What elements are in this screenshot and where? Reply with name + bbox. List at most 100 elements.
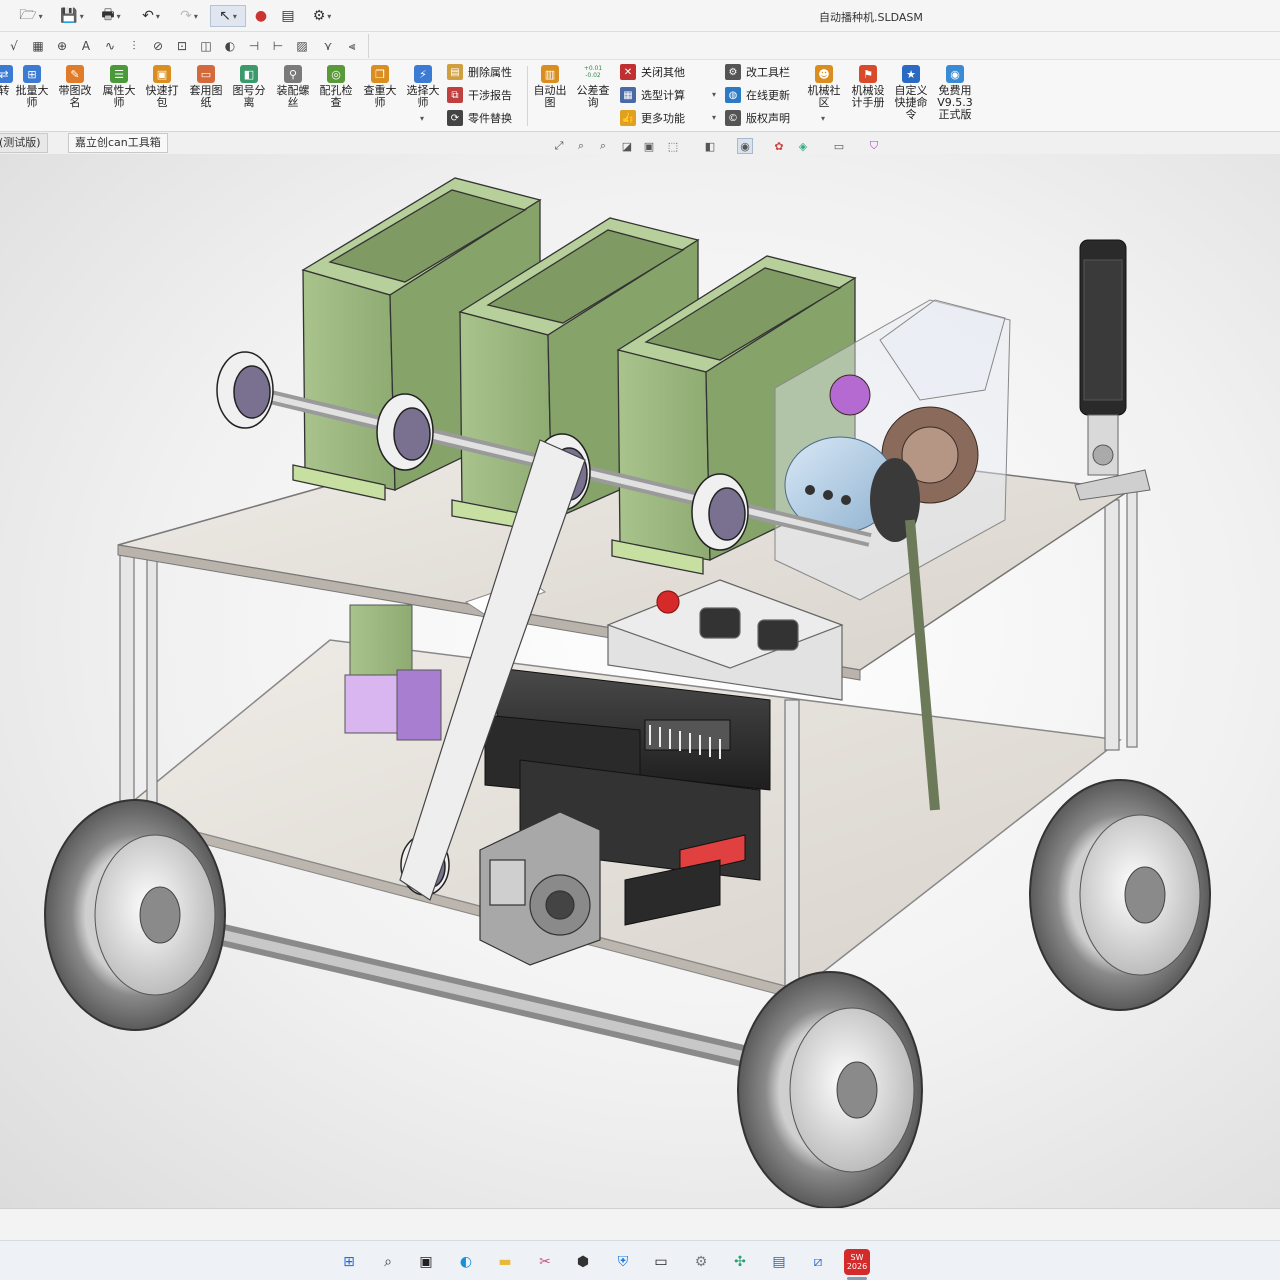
smart-dimension-icon[interactable]: √	[4, 36, 24, 56]
ribbon-button-mechanical-community[interactable]: ☻ 机械社 区	[802, 65, 846, 109]
select-master-icon: ⚡	[414, 65, 432, 83]
visual-studio-icon[interactable]: ⧄	[805, 1249, 831, 1275]
section-view-icon[interactable]: ◪	[619, 138, 635, 154]
status-bar	[0, 1208, 1280, 1240]
terminal-icon[interactable]: ▭	[648, 1249, 674, 1275]
magnetic-line-icon[interactable]: ⫷	[342, 36, 362, 56]
hide-show-items-icon[interactable]: ◉	[737, 138, 753, 154]
interference-report-button[interactable]: ⧉ 干涉报告	[447, 85, 512, 105]
toolbar-gear-icon: ⚙	[725, 64, 741, 80]
tab-jlc-cam-toolbox[interactable]: 嘉立创can工具箱	[68, 133, 168, 153]
select-cursor-icon[interactable]: ↖ ▾	[210, 5, 246, 27]
screw-icon: ⚲	[284, 65, 302, 83]
print-icon[interactable]: 🖶 ▾	[94, 5, 128, 27]
file-properties-icon[interactable]: ▤	[278, 5, 298, 27]
selection-calc-dropdown-icon[interactable]: ▾	[712, 90, 716, 99]
hole-check-icon: ◎	[327, 65, 345, 83]
interference-icon: ⧉	[447, 87, 463, 103]
part-replace-button[interactable]: ⟳ 零件替换	[447, 108, 512, 128]
display-style-icon[interactable]: ◧	[702, 138, 718, 154]
selection-calc-button[interactable]: ▦ 选型计算	[620, 85, 685, 105]
ribbon-button-split-drawing-number[interactable]: ◧ 图号分 离	[227, 65, 271, 109]
edit-appearance-icon[interactable]: ✿	[771, 138, 787, 154]
ribbon-button-quick-pack[interactable]: ▣ 快速打 包	[140, 65, 184, 109]
ribbon-button-auto-drawing[interactable]: ▥ 自动出 图	[528, 65, 572, 109]
balloon-icon[interactable]: ⊕	[52, 36, 72, 56]
community-icon: ☻	[815, 65, 833, 83]
windows-start-icon[interactable]: ⊞	[336, 1249, 362, 1275]
view-settings-icon[interactable]: ▭	[831, 138, 847, 154]
ribbon-button-tolerance-lookup[interactable]: +0.01 -0.02 公差查 询	[571, 65, 615, 109]
ribbon-button-duplicate-master[interactable]: ❐ 查重大 师	[358, 65, 402, 109]
ribbon-button-design-handbook[interactable]: ⚑ 机械设 计手册	[846, 65, 890, 109]
rename-icon: ✎	[66, 65, 84, 83]
zoom-area-icon[interactable]: ⌕	[573, 138, 589, 154]
security-shield-icon[interactable]: ⛨	[610, 1249, 636, 1275]
handbook-icon: ⚑	[859, 65, 877, 83]
online-update-button[interactable]: ◍ 在线更新	[725, 85, 790, 105]
text-annotation-icon[interactable]: A	[76, 36, 96, 56]
snipping-tool-icon[interactable]: ✂	[532, 1249, 558, 1275]
ribbon-button-hole-check[interactable]: ◎ 配孔检 查	[314, 65, 358, 109]
command-icon-row: √ ▦ ⊕ A ∿ ⫶ ⊘ ⊡ ◫ ◐ ⊣ ⊢ ▨ ⋎ ⫷	[0, 32, 1280, 60]
revision-cloud-icon[interactable]: ⋎	[318, 36, 338, 56]
ribbon-button-property-master[interactable]: ☰ 属性大 师	[97, 65, 141, 109]
ribbon-button-custom-shortcuts[interactable]: ★ 自定义 快捷命 令	[889, 65, 933, 121]
edge-browser-icon[interactable]: ◐	[453, 1249, 479, 1275]
search-icon[interactable]: ⌕	[375, 1249, 401, 1275]
copyright-icon: ©	[725, 110, 741, 126]
datum-feature-icon[interactable]: ⊡	[172, 36, 192, 56]
wheel-front	[737, 971, 923, 1208]
center-mark-icon[interactable]: ⊣	[244, 36, 264, 56]
save-icon[interactable]: 💾 ▾	[54, 5, 90, 27]
copyright-button[interactable]: © 版权声明	[725, 108, 790, 128]
centerline-icon[interactable]: ⊢	[268, 36, 288, 56]
area-hatch-icon[interactable]: ▨	[292, 36, 312, 56]
more-features-button[interactable]: 👍 更多功能	[620, 108, 685, 128]
more-features-dropdown-icon[interactable]: ▾	[712, 113, 716, 122]
tab-test-version[interactable]: (测试版)	[0, 133, 48, 153]
delete-properties-button[interactable]: ▤ 删除属性	[447, 62, 512, 82]
ribbon-button-apply-sheet[interactable]: ▭ 套用图 纸	[184, 65, 228, 109]
title-bar: 🗁 ▾ 💾 ▾ 🖶 ▾ ↶ ▾ ↷ ▾ ↖ ▾ ● ▤ ⚙ ▾ 自动播种机.SLDASM	[0, 0, 1280, 32]
signal-tower	[1074, 239, 1151, 501]
close-others-button[interactable]: ✕ 关闭其他	[620, 62, 685, 82]
edit-toolbar-button[interactable]: ⚙ 改工具栏	[725, 62, 790, 82]
ribbon-button-select-master[interactable]: ⚡ 选择大 师	[401, 65, 445, 109]
datum-target-icon[interactable]: ◫	[196, 36, 216, 56]
community-dropdown-icon[interactable]: ▾	[821, 114, 825, 123]
settings-gear-icon[interactable]: ⚙	[688, 1249, 714, 1275]
weld-symbol-icon[interactable]: ⫶	[124, 36, 144, 56]
zoom-to-fit-icon[interactable]: ⤢	[551, 138, 567, 154]
select-master-dropdown-icon[interactable]: ▾	[420, 114, 424, 123]
windows-taskbar: ⊞ ⌕ ▣ ◐ ▬ ✂ ⬢ ⛨ ▭ ⚙ ✣ ▤ ⧄ SW 2026	[0, 1240, 1280, 1280]
store-icon[interactable]: ▤	[766, 1249, 792, 1275]
view-orientation-icon[interactable]: ⬚	[665, 138, 681, 154]
ribbon-button-assemble-screws[interactable]: ⚲ 装配螺 丝	[271, 65, 315, 109]
clover-app-icon[interactable]: ✣	[727, 1249, 753, 1275]
traffic-light-icon[interactable]: ●	[252, 5, 270, 27]
3d-box-icon[interactable]: ⬢	[570, 1249, 596, 1275]
note-icon[interactable]: ▦	[28, 36, 48, 56]
ribbon-button-free-version[interactable]: ◉ 免费用 V9.5.3 正式版	[933, 65, 977, 121]
graphics-area[interactable]	[0, 154, 1280, 1208]
geometric-tolerance-icon[interactable]: ◐	[220, 36, 240, 56]
realview-icon[interactable]: ⛉	[866, 138, 882, 154]
surface-finish-icon[interactable]: ∿	[100, 36, 120, 56]
split-number-icon: ◧	[240, 65, 258, 83]
previous-view-icon[interactable]: ⌕	[595, 138, 611, 154]
open-file-icon[interactable]: 🗁 ▾	[14, 5, 48, 27]
addin-ribbon: ⇄ 转 ⊞ 批量大 师 ✎ 带图改 名 ☰ 属性大 师 ▣ 快速打 包 ▭ 套用…	[0, 60, 1280, 132]
dynamic-annotation-icon[interactable]: ▣	[641, 138, 657, 154]
duplicate-check-icon: ❐	[371, 65, 389, 83]
hole-callout-icon[interactable]: ⊘	[148, 36, 168, 56]
ribbon-button-batch-master[interactable]: ⊞ 批量大 师	[10, 65, 54, 109]
scenes-icon[interactable]: ◈	[795, 138, 811, 154]
undo-icon[interactable]: ↶ ▾	[134, 5, 168, 27]
redo-icon[interactable]: ↷ ▾	[172, 5, 206, 27]
file-explorer-icon[interactable]: ▬	[492, 1249, 518, 1275]
ribbon-button-rename-with-drawing[interactable]: ✎ 带图改 名	[53, 65, 97, 109]
solidworks-icon[interactable]: SW 2026	[844, 1249, 870, 1275]
task-view-icon[interactable]: ▣	[413, 1249, 439, 1275]
options-gear-icon[interactable]: ⚙ ▾	[304, 5, 340, 27]
